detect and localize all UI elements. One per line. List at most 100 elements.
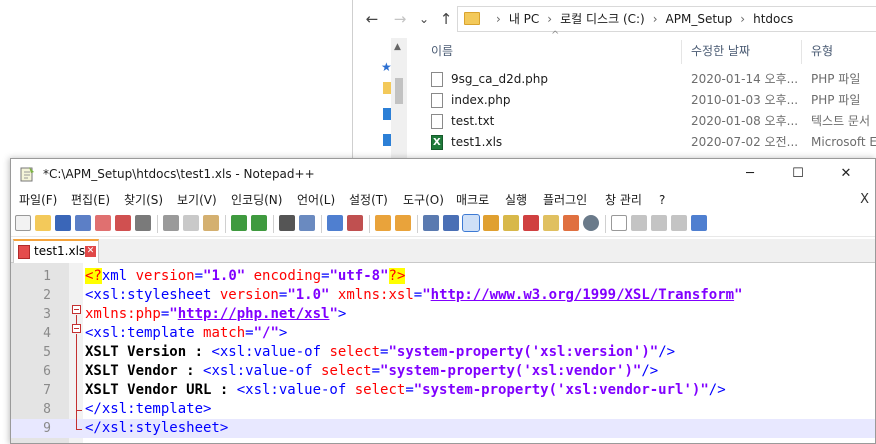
column-header-modified[interactable]: 수정한 날짜 [691,40,750,62]
menu-settings[interactable]: 설정(T) [349,189,388,211]
replace-icon[interactable] [299,215,315,231]
close-icon[interactable]: ✕ [823,159,869,189]
close-document-button[interactable]: X [860,189,869,211]
menu-help[interactable]: ? [659,189,665,211]
menu-search[interactable]: 찾기(S) [124,189,163,211]
column-divider[interactable] [801,40,802,64]
zoom-in-icon[interactable] [327,215,343,231]
breadcrumb-item-htdocs[interactable]: htdocs [753,12,793,26]
breadcrumb-item-mypc[interactable]: 내 PC [509,12,539,26]
code-line-4[interactable]: 4 <xsl:template match="/"> [11,324,875,343]
close-all-icon[interactable] [115,215,131,231]
code-line-3[interactable]: 3 xmlns:php="http://php.net/xsl"> [11,305,875,324]
file-row-test1-xls[interactable]: test1.xls 2020-07-02 오전... Microsoft Ex [423,132,876,153]
code-token: <xsl:template [85,325,204,341]
sync-vertical-scroll-icon[interactable] [375,215,391,231]
file-row-test-txt[interactable]: test.txt 2020-01-08 오후... 텍스트 문서 [423,111,876,132]
fold-guide-line [76,334,77,410]
stop-macro-icon[interactable] [631,215,647,231]
code-token: "system-property('xsl:vendor-url')" [413,382,709,398]
code-token: = [405,382,414,398]
tab-test1-xls[interactable]: test1.xls ✕ [13,239,99,263]
code-editor[interactable]: 1 <?xml version="1.0" encoding="utf-8"?> 2… [11,263,875,443]
monitoring-eye-icon[interactable] [583,215,599,231]
find-icon[interactable] [279,215,295,231]
maximize-icon[interactable]: ☐ [775,159,821,189]
column-header-name[interactable]: 이름 [431,40,453,62]
paste-icon[interactable] [203,215,219,231]
recent-dropdown-icon[interactable]: ⌄ [415,9,433,29]
code-token: = [321,268,330,284]
code-token: XSLT Version : [85,344,212,360]
code-token: </xsl:template> [85,401,212,417]
code-line-1[interactable]: 1 <?xml version="1.0" encoding="utf-8"?> [11,267,875,286]
user-language-icon[interactable] [483,215,499,231]
cut-icon[interactable] [163,215,179,231]
text-file-icon [431,114,443,129]
code-line-9[interactable]: 9 </xsl:stylesheet> [11,419,875,438]
show-all-characters-icon[interactable] [443,215,459,231]
code-token: select [329,344,381,360]
menu-encoding[interactable]: 인코딩(N) [231,189,282,211]
menu-language[interactable]: 언어(L) [297,189,335,211]
file-row-9sg-ca-d2d[interactable]: 9sg_ca_d2d.php 2020-01-14 오후... PHP 파일 [423,69,876,90]
scrollbar-thumb[interactable] [395,78,403,104]
code-line-5[interactable]: 5 XSLT Version : <xsl:value-of select="sy… [11,343,875,362]
menu-run[interactable]: 실행 [505,189,527,211]
folder-as-workspace-icon[interactable] [543,215,559,231]
menu-window[interactable]: 창 관리 [605,189,642,211]
sync-horizontal-scroll-icon[interactable] [395,215,411,231]
menu-plugins[interactable]: 플러그인 [543,189,587,211]
fold-collapse-icon[interactable] [72,305,81,314]
up-arrow-icon[interactable]: ↑ [437,9,455,29]
function-list-icon[interactable] [523,215,539,231]
code-line-7[interactable]: 7 XSLT Vendor URL : <xsl:value-of select=… [11,381,875,400]
zoom-out-icon[interactable] [347,215,363,231]
new-file-icon[interactable] [15,215,31,231]
fold-collapse-icon[interactable] [72,324,81,333]
scroll-up-icon[interactable]: ▲ [394,42,401,52]
minimize-icon[interactable]: ─ [727,159,773,189]
copy-icon[interactable] [183,215,199,231]
folder-icon[interactable] [563,215,579,231]
column-header-type[interactable]: 유형 [811,40,833,62]
save-icon[interactable] [55,215,71,231]
column-divider[interactable] [681,40,682,64]
address-bar[interactable]: › 내 PC › 로컬 디스크 (C:) › APM_Setup › htdocs [457,6,876,32]
code-line-8[interactable]: 8 </xsl:template> [11,400,875,419]
print-icon[interactable] [135,215,151,231]
tab-close-icon[interactable]: ✕ [85,246,96,257]
breadcrumb-item-local-disk[interactable]: 로컬 디스크 (C:) [560,12,645,26]
code-token: select [321,363,372,379]
run-macro-multiple-icon[interactable] [671,215,687,231]
menu-tools[interactable]: 도구(O) [403,189,444,211]
code-line-2[interactable]: 2 <xsl:stylesheet version = "1.0" xmlns:xsl… [11,286,875,305]
open-file-icon[interactable] [35,215,51,231]
back-arrow-icon[interactable]: ← [363,9,381,29]
menu-file[interactable]: 파일(F) [19,189,57,211]
close-file-icon[interactable] [95,215,111,231]
file-row-index[interactable]: index.php 2010-01-03 오후... PHP 파일 [423,90,876,111]
undo-icon[interactable] [231,215,247,231]
indent-guide-icon[interactable] [462,214,480,232]
title-bar[interactable]: *C:\APM_Setup\htdocs\test1.xls - Notepad… [11,159,875,189]
navigation-scrollbar[interactable]: ▲ [391,38,407,168]
menu-macro[interactable]: 매크로 [456,189,489,211]
breadcrumb-item-apm-setup[interactable]: APM_Setup [666,12,733,26]
file-modified: 2010-01-03 오후... [691,93,799,107]
word-wrap-icon[interactable] [423,215,439,231]
doc-map-icon[interactable] [503,215,519,231]
notepad-plus-plus-window: *C:\APM_Setup\htdocs\test1.xls - Notepad… [10,158,876,444]
record-macro-icon[interactable] [611,215,627,231]
forward-arrow-icon[interactable]: → [391,9,409,29]
redo-icon[interactable] [251,215,267,231]
save-all-icon[interactable] [75,215,91,231]
save-macro-icon[interactable] [691,215,707,231]
menu-edit[interactable]: 편집(E) [71,189,110,211]
play-macro-icon[interactable] [651,215,667,231]
code-text: <?xml version="1.0" encoding="utf-8"?> [85,267,406,286]
code-line-6[interactable]: 6 XSLT Vendor : <xsl:value-of select="sys… [11,362,875,381]
code-token: xmlns:php [85,306,161,322]
menu-view[interactable]: 보기(V) [177,189,217,211]
code-text: </xsl:stylesheet> [85,419,228,438]
